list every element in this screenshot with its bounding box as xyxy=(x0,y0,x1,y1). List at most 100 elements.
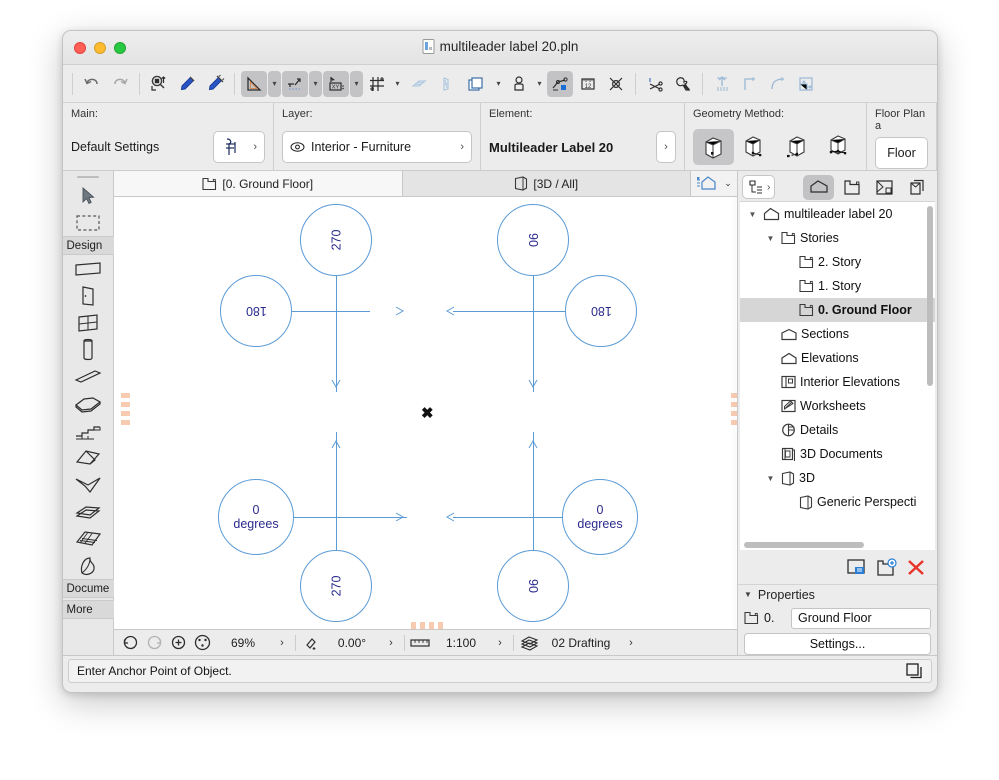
properties-header[interactable]: ▼ Properties xyxy=(738,584,937,604)
show-in-layout-button[interactable] xyxy=(846,558,867,577)
label-node-top-right[interactable]: 90 xyxy=(497,204,569,276)
shell-tool[interactable] xyxy=(70,471,106,498)
tree-item-worksheets[interactable]: Worksheets xyxy=(740,394,935,418)
set-origin-button[interactable] xyxy=(282,71,308,97)
grid-snap-caret-icon[interactable]: ▾ xyxy=(391,71,404,97)
tree-item-elevations[interactable]: Elevations xyxy=(740,346,935,370)
find-select-button[interactable] xyxy=(146,71,172,97)
coordinate-button[interactable]: XY xyxy=(323,71,349,97)
navigator-tree[interactable]: ▼multileader label 20▼Stories2. Story1. … xyxy=(740,201,935,550)
category-more[interactable]: More xyxy=(63,600,114,619)
palette-grip[interactable] xyxy=(77,176,99,178)
split-button[interactable] xyxy=(642,71,668,97)
scale-ruler-icon[interactable] xyxy=(408,636,432,650)
tree-item-generic-perspective[interactable]: Generic Perspecti xyxy=(740,490,935,514)
wall-tool[interactable] xyxy=(70,255,106,282)
category-document[interactable]: Docume xyxy=(63,579,114,598)
geometry-method-box-leader-right[interactable] xyxy=(735,129,776,165)
nav-tab-view-map[interactable] xyxy=(836,175,867,200)
drawing-scale-arrow-icon[interactable]: › xyxy=(490,637,510,649)
label-node-bottom-right-side[interactable]: 0degrees xyxy=(562,479,638,555)
main-settings-button[interactable]: › xyxy=(213,131,265,163)
curtain-wall-tool[interactable] xyxy=(70,525,106,552)
layers-caret-icon[interactable]: ▾ xyxy=(492,71,505,97)
nav-tab-project-map[interactable] xyxy=(803,175,834,200)
tree-item-3d-documents[interactable]: 3D Documents xyxy=(740,442,935,466)
tree-item-story-2[interactable]: 2. Story xyxy=(740,250,935,274)
adjust-up-button[interactable] xyxy=(709,71,735,97)
layer-combination[interactable]: 02 Drafting xyxy=(541,636,621,650)
slab-tool[interactable] xyxy=(70,390,106,417)
tree-horizontal-scrollbar[interactable] xyxy=(744,542,864,548)
drawing-canvas[interactable]: 270180901800degrees2700degrees90✖ xyxy=(114,197,737,629)
stair-tool[interactable] xyxy=(70,417,106,444)
project-chooser-arrow-icon[interactable]: › xyxy=(767,182,770,193)
drawing-scale[interactable]: 1:100 xyxy=(432,636,490,650)
orientation-icon[interactable] xyxy=(299,633,323,652)
tree-vertical-scrollbar[interactable] xyxy=(927,206,933,386)
layers-button[interactable] xyxy=(461,71,491,97)
dimension-button[interactable]: 12 xyxy=(575,71,601,97)
label-node-top-left-side[interactable]: 180 xyxy=(220,275,292,347)
element-settings-button[interactable]: › xyxy=(656,131,676,163)
grid-snap-button[interactable] xyxy=(364,71,390,97)
tree-item-details[interactable]: Details xyxy=(740,418,935,442)
story-settings-button[interactable]: Settings... xyxy=(744,633,931,655)
measure-button[interactable] xyxy=(241,71,267,97)
project-chooser[interactable]: › xyxy=(742,175,775,199)
label-node-bottom-right[interactable]: 90 xyxy=(497,550,569,622)
orientation-arrow-icon[interactable]: › xyxy=(381,637,401,649)
redo-button[interactable] xyxy=(107,71,133,97)
3d-grid-button[interactable] xyxy=(405,71,431,97)
category-design[interactable]: Design xyxy=(63,236,114,255)
layers-stack-icon[interactable] xyxy=(517,634,541,652)
layer-selector[interactable]: Interior - Furniture › xyxy=(282,131,472,163)
label-node-top-right-side[interactable]: 180 xyxy=(565,275,637,347)
set-origin-caret-icon[interactable]: ▾ xyxy=(309,71,322,97)
orientation-angle[interactable]: 0.00° xyxy=(323,636,381,650)
node-cross-button[interactable] xyxy=(603,71,629,97)
person-caret-icon[interactable]: ▾ xyxy=(533,71,546,97)
layer-arrow-icon[interactable]: › xyxy=(454,141,464,153)
tree-twisty-icon[interactable]: ▼ xyxy=(764,234,777,243)
morph-tool[interactable] xyxy=(70,552,106,579)
tree-item-ground-floor[interactable]: 0. Ground Floor xyxy=(740,298,935,322)
view-dropdown[interactable]: ⌄ xyxy=(691,171,737,196)
floor-plan-display-selector[interactable]: Floor xyxy=(875,137,928,169)
measure-caret-icon[interactable]: ▾ xyxy=(268,71,281,97)
duplicate-window-icon[interactable] xyxy=(906,663,923,679)
tree-twisty-icon[interactable]: ▼ xyxy=(764,474,777,483)
new-viewpoint-button[interactable] xyxy=(876,558,897,577)
arrow-tool[interactable] xyxy=(70,182,106,209)
zoom-level-arrow-icon[interactable]: › xyxy=(272,637,292,649)
window-tool[interactable] xyxy=(70,309,106,336)
zoom-previous-button[interactable] xyxy=(118,633,142,652)
main-settings-arrow-icon[interactable]: › xyxy=(247,141,257,153)
multileader-button[interactable] xyxy=(547,71,573,97)
layer-combination-arrow-icon[interactable]: › xyxy=(621,637,641,649)
tree-item-project[interactable]: ▼multileader label 20 xyxy=(740,202,935,226)
geometry-method-box-plain[interactable] xyxy=(693,129,734,165)
story-name-input[interactable]: Ground Floor xyxy=(791,608,931,629)
roof-tool[interactable] xyxy=(70,444,106,471)
tab-ground-floor[interactable]: [0. Ground Floor] xyxy=(114,171,403,196)
coordinate-caret-icon[interactable]: ▾ xyxy=(350,71,363,97)
tree-item-3d[interactable]: ▼3D xyxy=(740,466,935,490)
zoom-level[interactable]: 69% xyxy=(214,636,272,650)
label-node-bottom-left-side[interactable]: 0degrees xyxy=(218,479,294,555)
tree-item-stories[interactable]: ▼Stories xyxy=(740,226,935,250)
nav-tab-layout-book[interactable] xyxy=(869,175,900,200)
element-arrow-icon[interactable]: › xyxy=(664,141,668,153)
magic-wand-button[interactable] xyxy=(670,71,696,97)
tree-item-story-1[interactable]: 1. Story xyxy=(740,274,935,298)
fillet-arc-button[interactable] xyxy=(765,71,791,97)
inject-parameters-button[interactable] xyxy=(202,71,228,97)
marquee-person-button[interactable] xyxy=(506,71,532,97)
fit-in-window-button[interactable] xyxy=(190,632,214,653)
tree-item-interior-elevations[interactable]: Interior Elevations xyxy=(740,370,935,394)
tree-item-sections[interactable]: Sections xyxy=(740,322,935,346)
zoom-next-button[interactable] xyxy=(142,633,166,652)
marquee-tool[interactable] xyxy=(70,209,106,236)
beam-tool[interactable] xyxy=(70,363,106,390)
geometry-method-box-leader-down[interactable] xyxy=(818,129,859,165)
